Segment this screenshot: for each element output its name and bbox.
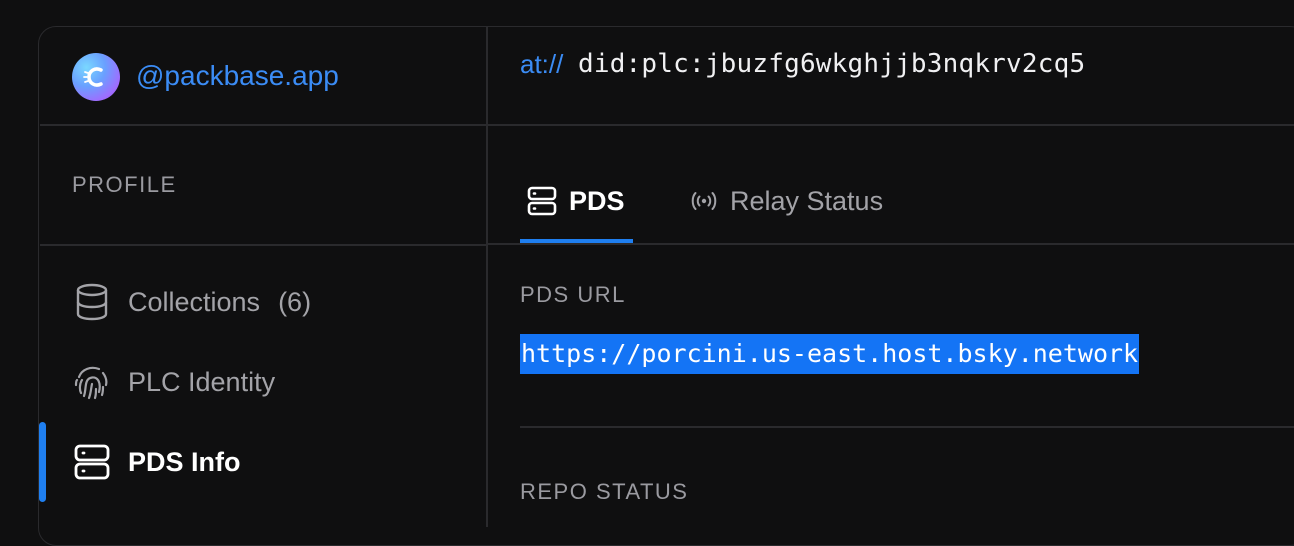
avatar[interactable]: [72, 53, 120, 101]
profile-handle-link[interactable]: @packbase.app: [136, 58, 339, 94]
collections-count: (6): [278, 286, 312, 317]
server-icon: [72, 442, 112, 482]
sidebar-item-collections[interactable]: Collections (6): [72, 277, 311, 327]
pds-url-label: PDS URL: [520, 282, 626, 307]
broadcast-icon: [690, 190, 718, 212]
sidebar-item-plc-identity[interactable]: PLC Identity: [72, 357, 275, 407]
sidebar-item-label: PDS Info: [128, 446, 241, 477]
sidebar-item-pds-info[interactable]: PDS Info: [72, 437, 241, 487]
pds-url-value[interactable]: https://porcini.us-east.host.bsky.networ…: [520, 334, 1140, 374]
tabs-divider: [487, 243, 1294, 245]
sidebar-section-label: PROFILE: [72, 172, 177, 197]
active-indicator: [39, 422, 46, 502]
tab-pds[interactable]: PDS: [527, 180, 625, 222]
content-divider: [520, 426, 1294, 428]
repo-status-label: REPO STATUS: [520, 479, 689, 504]
avatar-logo-icon: [83, 67, 103, 87]
did-identifier[interactable]: did:plc:jbuzfg6wkghjjb3nqkrv2cq5: [578, 46, 1085, 82]
tab-label: PDS: [569, 185, 625, 216]
sidebar-item-label: Collections: [128, 286, 261, 317]
sidebar-item-label: PLC Identity: [128, 366, 276, 397]
database-icon: [72, 282, 112, 322]
fingerprint-icon: [72, 362, 112, 402]
server-icon: [527, 186, 557, 216]
active-tab-underline: [520, 239, 633, 243]
at-uri-prefix: at://: [520, 49, 564, 79]
tab-label: Relay Status: [730, 185, 884, 216]
tab-relay-status[interactable]: Relay Status: [690, 180, 883, 222]
sidebar-section-divider: [40, 244, 487, 246]
header-divider: [40, 124, 1294, 126]
column-divider: [486, 27, 488, 527]
